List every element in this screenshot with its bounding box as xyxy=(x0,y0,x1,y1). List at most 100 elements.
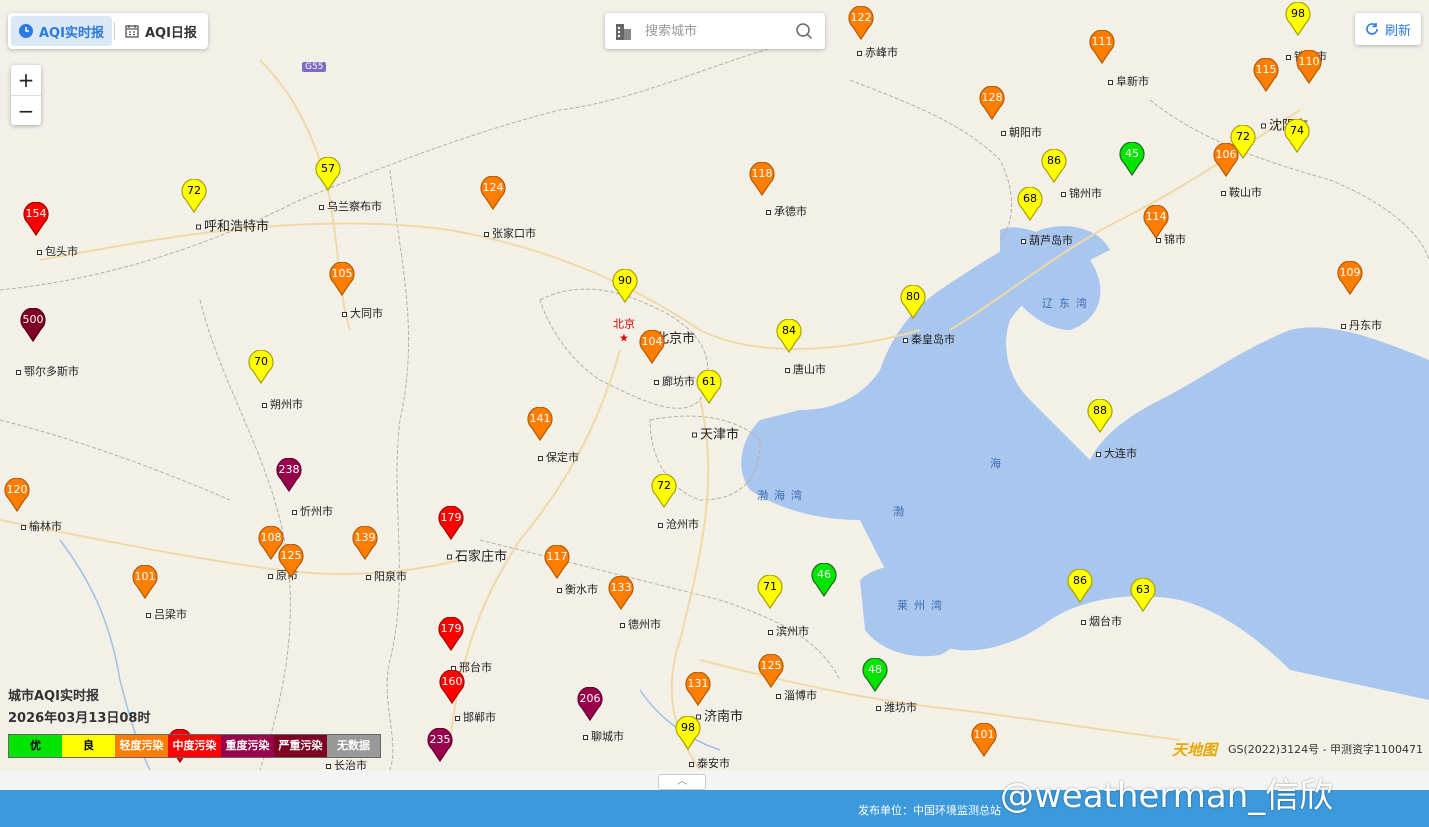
aqi-marker[interactable]: 179 xyxy=(438,617,464,651)
aqi-marker[interactable]: 72 xyxy=(1230,125,1256,159)
city-label[interactable]: 济南市 xyxy=(696,706,743,725)
aqi-marker[interactable]: 160 xyxy=(439,670,465,704)
city-dot-icon xyxy=(583,734,588,740)
city-label[interactable]: 滨州市 xyxy=(768,623,809,639)
city-label[interactable]: 石家庄市 xyxy=(447,546,507,565)
aqi-marker[interactable]: 101 xyxy=(132,565,158,599)
aqi-marker[interactable]: 120 xyxy=(4,478,30,512)
aqi-marker[interactable]: 133 xyxy=(608,576,634,610)
aqi-marker[interactable]: 125 xyxy=(758,654,784,688)
city-label[interactable]: 秦皇岛市 xyxy=(903,331,955,347)
city-label[interactable]: 呼和浩特市 xyxy=(196,216,269,235)
aqi-marker[interactable]: 98 xyxy=(675,716,701,750)
city-dot-icon xyxy=(620,622,625,628)
aqi-value: 114 xyxy=(1145,210,1167,223)
city-label[interactable]: 包头市 xyxy=(37,243,78,259)
aqi-marker[interactable]: 46 xyxy=(811,563,837,597)
aqi-marker[interactable]: 48 xyxy=(862,658,888,692)
aqi-marker[interactable]: 57 xyxy=(315,157,341,191)
aqi-marker[interactable]: 109 xyxy=(1337,261,1363,295)
aqi-marker[interactable]: 115 xyxy=(1253,58,1279,92)
city-label[interactable]: 忻州市 xyxy=(292,503,333,519)
city-label[interactable]: 唐山市 xyxy=(785,361,826,377)
aqi-marker[interactable]: 71 xyxy=(757,575,783,609)
aqi-marker[interactable]: 131 xyxy=(685,672,711,706)
aqi-marker[interactable]: 206 xyxy=(577,687,603,721)
aqi-marker[interactable]: 86 xyxy=(1067,569,1093,603)
zoom-out-button[interactable]: − xyxy=(11,95,41,125)
aqi-marker[interactable]: 500 xyxy=(20,308,46,342)
search-input[interactable] xyxy=(645,23,785,39)
city-label[interactable]: 承德市 xyxy=(766,203,807,219)
search-icon[interactable] xyxy=(795,22,813,40)
aqi-marker[interactable]: 80 xyxy=(900,285,926,319)
city-label[interactable]: 乌兰察布市 xyxy=(319,198,382,214)
city-label[interactable]: 朝阳市 xyxy=(1001,124,1042,140)
aqi-marker[interactable]: 104 xyxy=(639,330,665,364)
aqi-marker[interactable]: 154 xyxy=(23,202,49,236)
city-label[interactable]: 葫芦岛市 xyxy=(1021,232,1073,248)
aqi-marker[interactable]: 128 xyxy=(979,86,1005,120)
city-label[interactable]: 张家口市 xyxy=(484,225,536,241)
aqi-marker[interactable]: 86 xyxy=(1041,149,1067,183)
aqi-marker[interactable]: 74 xyxy=(1284,119,1310,153)
refresh-button[interactable]: 刷新 xyxy=(1355,13,1421,45)
aqi-marker[interactable]: 117 xyxy=(544,545,570,579)
aqi-marker[interactable]: 114 xyxy=(1143,205,1169,239)
tab-daily[interactable]: AQI日报 xyxy=(117,16,205,46)
city-label[interactable]: 鞍山市 xyxy=(1221,184,1262,200)
aqi-marker[interactable]: 72 xyxy=(181,179,207,213)
city-label[interactable]: 衡水市 xyxy=(557,581,598,597)
aqi-marker[interactable]: 141 xyxy=(527,407,553,441)
aqi-marker[interactable]: 125 xyxy=(278,544,304,578)
city-label[interactable]: 德州市 xyxy=(620,616,661,632)
aqi-marker[interactable]: 122 xyxy=(848,6,874,40)
city-label[interactable]: 赤峰市 xyxy=(857,44,898,60)
aqi-marker[interactable]: 118 xyxy=(749,162,775,196)
city-label[interactable]: 丹东市 xyxy=(1341,317,1382,333)
city-label[interactable]: 大同市 xyxy=(342,305,383,321)
city-label[interactable]: 邯郸市 xyxy=(455,709,496,725)
aqi-marker[interactable]: 68 xyxy=(1017,187,1043,221)
collapse-toggle[interactable]: ︿ xyxy=(658,774,706,790)
aqi-marker[interactable]: 98 xyxy=(1285,2,1311,36)
aqi-marker[interactable]: 235 xyxy=(427,728,453,762)
aqi-marker[interactable]: 139 xyxy=(352,526,378,560)
city-label[interactable]: 朔州市 xyxy=(262,396,303,412)
city-label[interactable]: 潍坊市 xyxy=(876,699,917,715)
aqi-marker[interactable]: 111 xyxy=(1089,30,1115,64)
aqi-marker[interactable]: 90 xyxy=(612,269,638,303)
city-label[interactable]: 聊城市 xyxy=(583,728,624,744)
aqi-marker[interactable]: 110 xyxy=(1296,50,1322,84)
aqi-marker[interactable]: 70 xyxy=(248,350,274,384)
city-label[interactable]: 沧州市 xyxy=(658,516,699,532)
city-label[interactable]: 锦州市 xyxy=(1061,185,1102,201)
city-label[interactable]: 烟台市 xyxy=(1081,613,1122,629)
aqi-marker[interactable]: 124 xyxy=(480,176,506,210)
tab-realtime[interactable]: AQI实时报 xyxy=(11,16,112,46)
city-label[interactable]: 大连市 xyxy=(1096,445,1137,461)
aqi-marker[interactable]: 179 xyxy=(438,506,464,540)
map-canvas[interactable]: 赤峰市铁岭市阜新市沈阳市朝阳市锦州市鞍山市乌兰察布市呼和浩特市张家口市承德市葫芦… xyxy=(0,0,1429,770)
aqi-marker[interactable]: 88 xyxy=(1087,399,1113,433)
aqi-marker[interactable]: 105 xyxy=(329,262,355,296)
city-label[interactable]: 榆林市 xyxy=(21,518,62,534)
aqi-marker[interactable]: 63 xyxy=(1130,578,1156,612)
city-label[interactable]: 吕梁市 xyxy=(146,606,187,622)
city-label[interactable]: 廊坊市 xyxy=(654,373,695,389)
city-label[interactable]: 泰安市 xyxy=(689,755,730,770)
aqi-marker[interactable]: 45 xyxy=(1119,142,1145,176)
zoom-in-button[interactable]: + xyxy=(11,65,41,95)
aqi-marker[interactable]: 61 xyxy=(696,370,722,404)
aqi-marker[interactable]: 101 xyxy=(971,723,997,757)
aqi-marker[interactable]: 72 xyxy=(651,474,677,508)
aqi-marker[interactable]: 84 xyxy=(776,319,802,353)
city-label[interactable]: 天津市 xyxy=(692,424,739,443)
city-label[interactable]: 阳泉市 xyxy=(366,568,407,584)
city-label[interactable]: 鄂尔多斯市 xyxy=(16,363,79,379)
city-label[interactable]: 长治市 xyxy=(326,757,367,770)
city-label[interactable]: 阜新市 xyxy=(1108,73,1149,89)
city-label[interactable]: 保定市 xyxy=(538,449,579,465)
city-label[interactable]: 淄博市 xyxy=(776,687,817,703)
aqi-marker[interactable]: 238 xyxy=(276,458,302,492)
